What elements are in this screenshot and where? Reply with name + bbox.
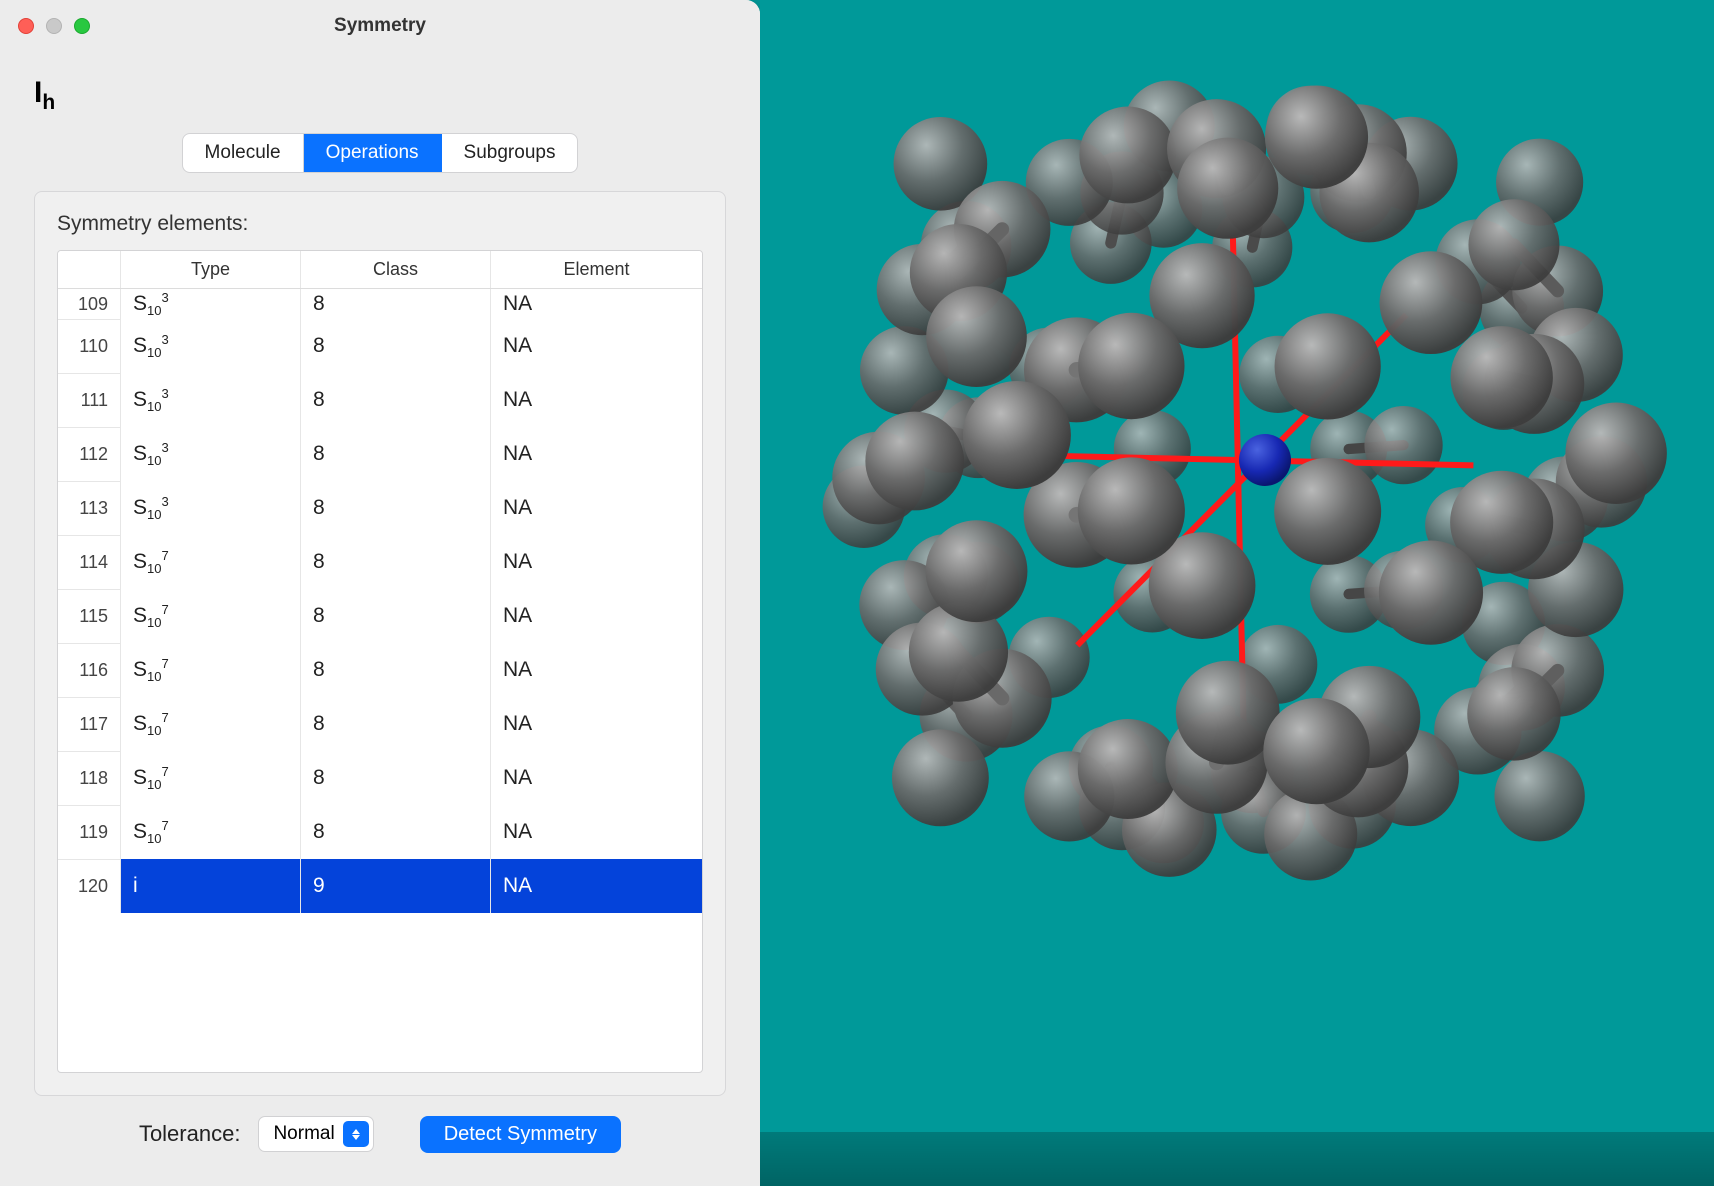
cell-class: 8 [300, 373, 490, 427]
table-row[interactable]: 119S1078NA [58, 805, 702, 859]
cell-element: NA [490, 643, 702, 697]
table-row[interactable]: 116S1078NA [58, 643, 702, 697]
table-row[interactable]: 111S1038NA [58, 373, 702, 427]
cell-index: 116 [58, 643, 120, 697]
cell-element: NA [490, 805, 702, 859]
cell-index: 109 [58, 289, 120, 319]
col-element: Element [490, 251, 702, 288]
cell-index: 111 [58, 373, 120, 427]
cell-type: S107 [120, 805, 300, 859]
panel-content: Ih MoleculeOperationsSubgroups Symmetry … [0, 52, 760, 1096]
viewport-shadow [760, 1132, 1714, 1186]
cell-type: S107 [120, 751, 300, 805]
cell-element: NA [490, 751, 702, 805]
cell-type: S107 [120, 589, 300, 643]
cell-element: NA [490, 859, 702, 913]
cell-element: NA [490, 373, 702, 427]
table-row[interactable]: 114S1078NA [58, 535, 702, 589]
cell-index: 113 [58, 481, 120, 535]
cell-type: S107 [120, 697, 300, 751]
cell-element: NA [490, 697, 702, 751]
table-row[interactable]: 117S1078NA [58, 697, 702, 751]
cell-class: 8 [300, 481, 490, 535]
molecule-render [760, 0, 1714, 1186]
table-row[interactable]: 118S1078NA [58, 751, 702, 805]
cell-index: 115 [58, 589, 120, 643]
cell-index: 117 [58, 697, 120, 751]
symmetry-table: Type Class Element 109S1038NA110S1038NA1… [57, 250, 703, 1073]
cell-element: NA [490, 535, 702, 589]
section-heading: Symmetry elements: [57, 212, 703, 236]
tolerance-select[interactable]: Normal [258, 1116, 373, 1152]
col-type: Type [120, 251, 300, 288]
zoom-icon[interactable] [74, 18, 90, 34]
table-body[interactable]: 109S1038NA110S1038NA111S1038NA112S1038NA… [58, 289, 702, 1072]
cell-class: 8 [300, 289, 490, 319]
cell-class: 8 [300, 427, 490, 481]
table-row[interactable]: 109S1038NA [58, 289, 702, 319]
cell-class: 8 [300, 589, 490, 643]
cell-element: NA [490, 289, 702, 319]
cell-index: 118 [58, 751, 120, 805]
minimize-icon[interactable] [46, 18, 62, 34]
cell-type: S103 [120, 319, 300, 373]
molecule-viewport[interactable] [760, 0, 1714, 1186]
operations-group: Symmetry elements: Type Class Element 10… [34, 191, 726, 1096]
table-row[interactable]: 112S1038NA [58, 427, 702, 481]
detect-symmetry-button[interactable]: Detect Symmetry [420, 1116, 621, 1153]
cell-type: S103 [120, 373, 300, 427]
cell-class: 8 [300, 805, 490, 859]
cell-class: 8 [300, 643, 490, 697]
tolerance-label: Tolerance: [139, 1121, 241, 1147]
cell-index: 119 [58, 805, 120, 859]
cell-index: 120 [58, 859, 120, 913]
point-group-label: Ih [34, 76, 726, 115]
cell-class: 8 [300, 751, 490, 805]
titlebar: Symmetry [0, 0, 760, 52]
table-row[interactable]: 113S1038NA [58, 481, 702, 535]
cell-class: 9 [300, 859, 490, 913]
tab-operations[interactable]: Operations [303, 134, 441, 172]
cell-type: i [120, 859, 300, 913]
cell-type: S103 [120, 427, 300, 481]
symmetry-panel: Symmetry Ih MoleculeOperationsSubgroups … [0, 0, 760, 1186]
window-title: Symmetry [0, 15, 760, 37]
chevron-updown-icon [343, 1121, 369, 1147]
close-icon[interactable] [18, 18, 34, 34]
cell-class: 8 [300, 535, 490, 589]
cell-type: S103 [120, 481, 300, 535]
col-class: Class [300, 251, 490, 288]
cell-index: 110 [58, 319, 120, 373]
tolerance-value: Normal [273, 1123, 334, 1145]
table-row[interactable]: 115S1078NA [58, 589, 702, 643]
cell-type: S107 [120, 643, 300, 697]
cell-element: NA [490, 427, 702, 481]
cell-index: 114 [58, 535, 120, 589]
tab-subgroups[interactable]: Subgroups [441, 134, 578, 172]
table-header: Type Class Element [58, 251, 702, 289]
tab-selector: MoleculeOperationsSubgroups [182, 133, 579, 173]
cell-class: 8 [300, 319, 490, 373]
cell-index: 112 [58, 427, 120, 481]
cell-element: NA [490, 481, 702, 535]
cell-element: NA [490, 319, 702, 373]
table-row[interactable]: 120i9NA [58, 859, 702, 913]
tab-molecule[interactable]: Molecule [183, 134, 303, 172]
col-index [58, 251, 120, 288]
bottom-bar: Tolerance: Normal Detect Symmetry [0, 1096, 760, 1186]
cell-class: 8 [300, 697, 490, 751]
traffic-lights [18, 18, 90, 34]
cell-type: S107 [120, 535, 300, 589]
table-row[interactable]: 110S1038NA [58, 319, 702, 373]
cell-type: S103 [120, 289, 300, 319]
cell-element: NA [490, 589, 702, 643]
